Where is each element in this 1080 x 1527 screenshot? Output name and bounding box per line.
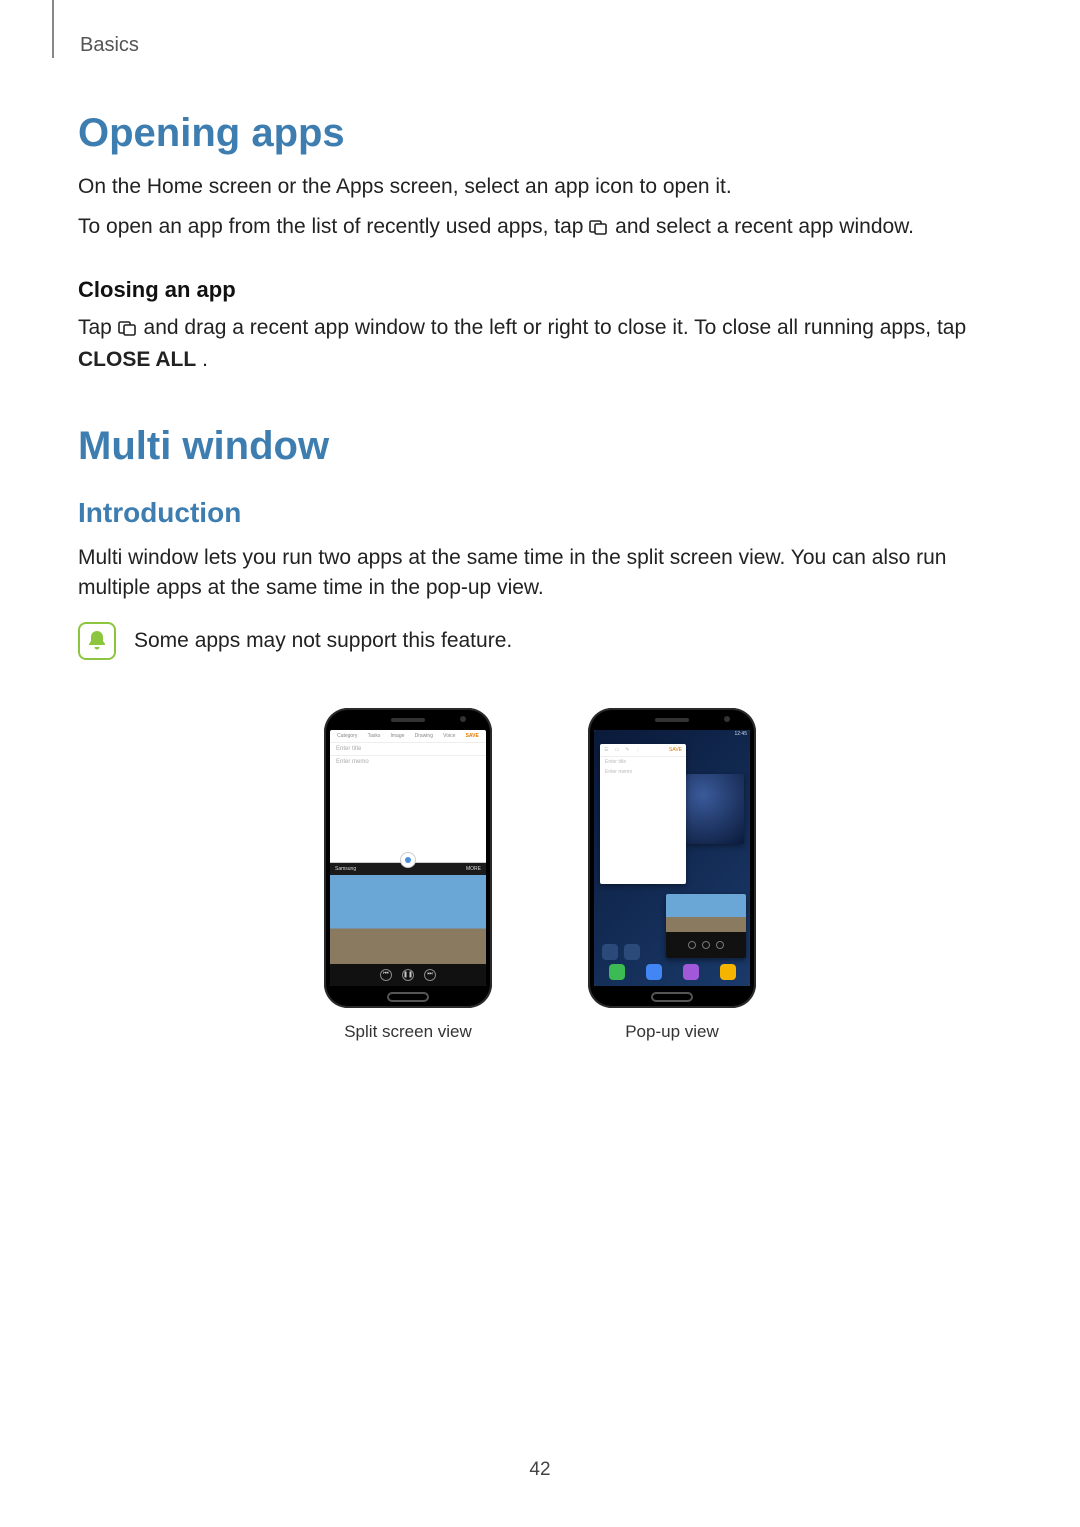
paragraph: Multi window lets you run two apps at th… — [78, 543, 1002, 604]
text: To open an app from the list of recently… — [78, 215, 589, 238]
toolbar-item: Drawing — [415, 733, 433, 739]
video-frame — [666, 894, 746, 932]
toolbar-icon: ☰ — [604, 747, 608, 753]
subhead-closing-an-app: Closing an app — [78, 277, 1002, 303]
memo-placeholder: Enter memo — [600, 767, 686, 777]
recent-apps-icon — [118, 315, 138, 345]
note-toolbar: Category Tasks Image Drawing Voice SAVE — [330, 730, 486, 743]
figure-popup: 12:45 ☰ ▭ ✎ ⋮ SAVE Enter title — [588, 708, 756, 1042]
next-icon: ⏭ — [424, 969, 436, 981]
memo-placeholder: Enter memo — [330, 755, 486, 768]
text: . — [202, 348, 208, 371]
home-widget-row — [602, 944, 640, 960]
note-bell-icon — [78, 622, 116, 660]
toolbar-item: Voice — [443, 733, 455, 739]
text: and select a recent app window. — [615, 215, 914, 238]
home-button-icon — [651, 992, 693, 1002]
internet-app-icon — [683, 964, 699, 980]
save-label: SAVE — [466, 733, 479, 739]
status-time: 12:45 — [734, 731, 747, 739]
section-title-multi-window: Multi window — [78, 424, 1002, 469]
app-icon — [624, 944, 640, 960]
section-title-opening-apps: Opening apps — [78, 111, 1002, 156]
figure-caption: Pop-up view — [625, 1022, 719, 1042]
text: and drag a recent app window to the left… — [144, 316, 967, 339]
video-controls: ⏮ ❚❚ ⏭ — [330, 964, 486, 986]
figure-split-screen: Category Tasks Image Drawing Voice SAVE … — [324, 708, 492, 1042]
header-rule — [52, 0, 54, 58]
phone-mockup: Category Tasks Image Drawing Voice SAVE … — [324, 708, 492, 1008]
video-controls — [666, 932, 746, 958]
breadcrumb: Basics — [80, 34, 1002, 57]
toolbar-item: Category — [337, 733, 357, 739]
paragraph: Tap and drag a recent app window to the … — [78, 313, 1002, 376]
phone-speaker — [391, 718, 425, 722]
phone-camera — [460, 716, 466, 722]
play-icon — [702, 941, 710, 949]
title-placeholder: Enter title — [330, 743, 486, 755]
phone-mockup: 12:45 ☰ ▭ ✎ ⋮ SAVE Enter title — [588, 708, 756, 1008]
note-callout: Some apps may not support this feature. — [78, 622, 1002, 660]
toolbar-item: Image — [391, 733, 405, 739]
toolbar-icon: ▭ — [614, 747, 619, 753]
messages-app-icon — [646, 964, 662, 980]
phone-speaker — [655, 718, 689, 722]
home-dock — [594, 962, 750, 982]
toolbar-icon: ✎ — [625, 747, 629, 753]
toolbar-icon: ⋮ — [635, 747, 640, 753]
popup-video-window — [666, 894, 746, 958]
toolbar-item: Tasks — [368, 733, 381, 739]
text: Tap — [78, 316, 118, 339]
popup-note-window: ☰ ▭ ✎ ⋮ SAVE Enter title Enter memo — [600, 744, 686, 884]
phone-screen: 12:45 ☰ ▭ ✎ ⋮ SAVE Enter title — [594, 730, 750, 986]
split-top-app: Category Tasks Image Drawing Voice SAVE … — [330, 730, 486, 863]
page-content: Basics Opening apps On the Home screen o… — [0, 0, 1080, 1042]
page-number: 42 — [0, 1459, 1080, 1481]
phone-screen: Category Tasks Image Drawing Voice SAVE … — [330, 730, 486, 986]
figure-caption: Split screen view — [344, 1022, 472, 1042]
paragraph: On the Home screen or the Apps screen, s… — [78, 172, 1002, 202]
popup-gallery-window — [686, 774, 744, 844]
figure-row: Category Tasks Image Drawing Voice SAVE … — [78, 708, 1002, 1042]
pause-icon: ❚❚ — [402, 969, 414, 981]
status-bar: 12:45 — [594, 730, 750, 740]
video-brand: Samsung — [335, 866, 356, 872]
prev-icon — [688, 941, 696, 949]
home-button-icon — [387, 992, 429, 1002]
video-frame — [330, 875, 486, 964]
app-icon — [602, 944, 618, 960]
phone-camera — [724, 716, 730, 722]
title-placeholder: Enter title — [600, 757, 686, 767]
split-bottom-app: Samsung MORE ⏮ ❚❚ ⏭ — [330, 863, 486, 986]
apps-app-icon — [720, 964, 736, 980]
note-text: Some apps may not support this feature. — [134, 629, 512, 653]
close-all-label: CLOSE ALL — [78, 348, 196, 371]
phone-app-icon — [609, 964, 625, 980]
video-more: MORE — [466, 866, 481, 872]
subhead-introduction: Introduction — [78, 497, 1002, 529]
next-icon — [716, 941, 724, 949]
recent-apps-icon — [589, 214, 609, 244]
prev-icon: ⏮ — [380, 969, 392, 981]
split-handle-icon — [400, 852, 416, 868]
paragraph: To open an app from the list of recently… — [78, 212, 1002, 244]
save-label: SAVE — [669, 747, 682, 753]
